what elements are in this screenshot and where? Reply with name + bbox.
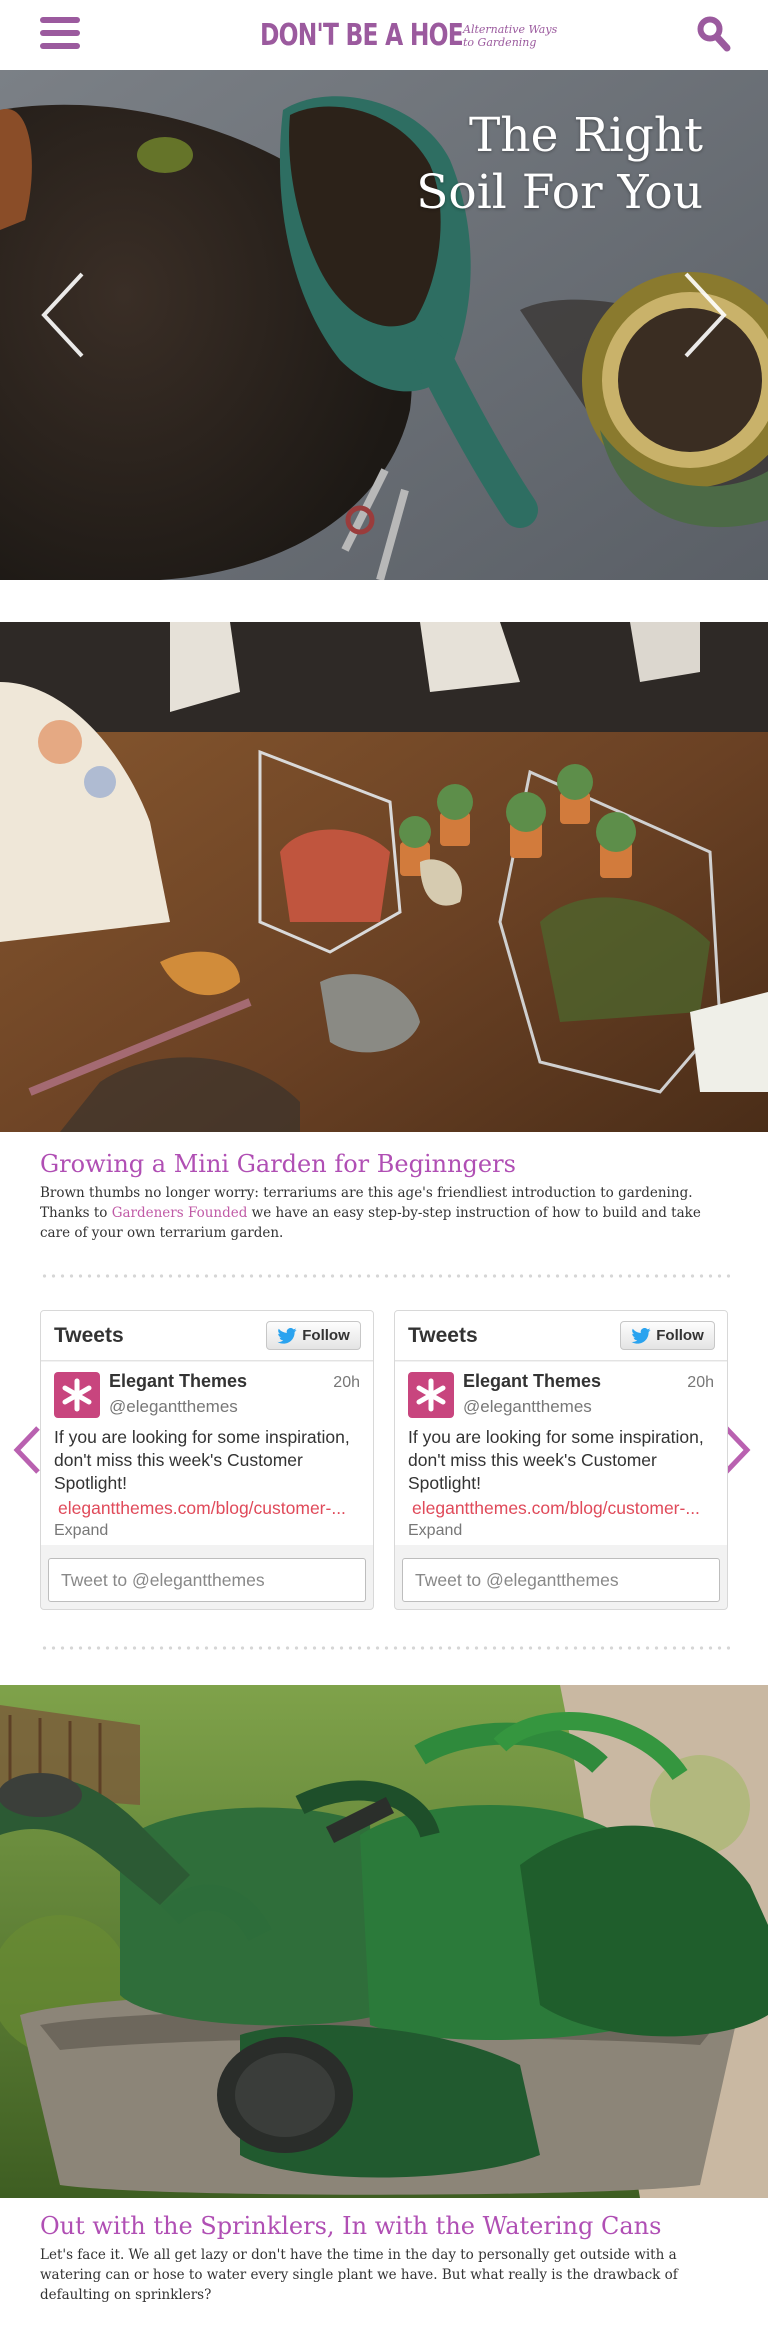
tweet-compose-input[interactable]: Tweet to @elegantthemes bbox=[48, 1558, 366, 1602]
search-icon[interactable] bbox=[697, 16, 731, 52]
logo-tagline: Alternative Ways to Gardening bbox=[463, 23, 563, 49]
tweet-link[interactable]: elegantthemes.com/blog/customer-... bbox=[58, 1498, 358, 1519]
follow-label: Follow bbox=[656, 1327, 704, 1344]
site-logo[interactable]: DON'T BE A HOE Alternative Ways to Garde… bbox=[260, 18, 563, 53]
hero-title-line2: Soil For You bbox=[416, 165, 703, 220]
tweet-compose-input[interactable]: Tweet to @elegantthemes bbox=[402, 1558, 720, 1602]
tweet: Elegant Themes @elegantthemes 20h If you… bbox=[41, 1362, 373, 1545]
tweet-timestamp[interactable]: 20h bbox=[333, 1374, 360, 1392]
tweet: Elegant Themes @elegantthemes 20h If you… bbox=[395, 1362, 727, 1545]
tweet-author-name[interactable]: Elegant Themes bbox=[463, 1371, 601, 1392]
tweet-link[interactable]: elegantthemes.com/blog/customer-... bbox=[412, 1498, 712, 1519]
article-excerpt: Brown thumbs no longer worry: terrariums… bbox=[40, 1183, 730, 1243]
follow-button[interactable]: Follow bbox=[266, 1321, 361, 1350]
article-title[interactable]: Growing a Mini Garden for Beginngers bbox=[40, 1150, 516, 1178]
tweet-timestamp[interactable]: 20h bbox=[687, 1374, 714, 1392]
site-header: DON'T BE A HOE Alternative Ways to Garde… bbox=[0, 0, 768, 70]
chevron-left-icon[interactable] bbox=[12, 1425, 42, 1475]
article-excerpt: Let's face it. We all get lazy or don't … bbox=[40, 2247, 678, 2303]
hero-title: The Right Soil For You bbox=[343, 107, 703, 221]
hero-title-line1: The Right bbox=[468, 108, 703, 163]
twitter-bird-icon bbox=[277, 1327, 297, 1344]
follow-button[interactable]: Follow bbox=[620, 1321, 715, 1350]
chevron-left-icon[interactable] bbox=[38, 270, 88, 360]
avatar[interactable] bbox=[54, 1372, 100, 1418]
tweet-widget-heading: Tweets bbox=[408, 1324, 478, 1347]
dotted-divider bbox=[40, 1646, 730, 1650]
tweet-expand-link[interactable]: Expand bbox=[54, 1522, 108, 1540]
article-image-terrarium[interactable] bbox=[0, 622, 768, 1132]
article-image-watering-cans[interactable] bbox=[0, 1685, 768, 2198]
tweet-widget-header: Tweets Follow bbox=[395, 1311, 727, 1361]
avatar[interactable] bbox=[408, 1372, 454, 1418]
tweet-widget-header: Tweets Follow bbox=[41, 1311, 373, 1361]
follow-label: Follow bbox=[302, 1327, 350, 1344]
hero-slider: The Right Soil For You bbox=[0, 70, 768, 580]
tweet-author-handle[interactable]: @elegantthemes bbox=[109, 1397, 238, 1417]
asterisk-logo-icon bbox=[62, 1378, 92, 1412]
dotted-divider bbox=[40, 1274, 730, 1278]
tweet-widget-heading: Tweets bbox=[54, 1324, 124, 1347]
hamburger-menu-icon[interactable] bbox=[40, 17, 80, 51]
tweet-author-handle[interactable]: @elegantthemes bbox=[463, 1397, 592, 1417]
tweet-text: If you are looking for some inspiration,… bbox=[54, 1427, 350, 1493]
logo-main-text: DON'T BE A HOE bbox=[260, 18, 464, 53]
asterisk-logo-icon bbox=[416, 1378, 446, 1412]
logo-tagline-line2: to Gardening bbox=[463, 35, 537, 49]
tweet-widget: Tweets Follow Elegant Themes @elegantthe… bbox=[40, 1310, 374, 1610]
tweet-author-name[interactable]: Elegant Themes bbox=[109, 1371, 247, 1392]
tweet-widget: Tweets Follow Elegant Themes @elegantthe… bbox=[394, 1310, 728, 1610]
tweet-expand-link[interactable]: Expand bbox=[408, 1522, 462, 1540]
tweet-text: If you are looking for some inspiration,… bbox=[408, 1427, 704, 1493]
twitter-bird-icon bbox=[631, 1327, 651, 1344]
logo-tagline-line1: Alternative Ways bbox=[463, 22, 558, 36]
article-excerpt-link[interactable]: Gardeners Founded bbox=[112, 1205, 248, 1221]
article-title[interactable]: Out with the Sprinklers, In with the Wat… bbox=[40, 2212, 661, 2240]
chevron-right-icon[interactable] bbox=[680, 270, 730, 360]
